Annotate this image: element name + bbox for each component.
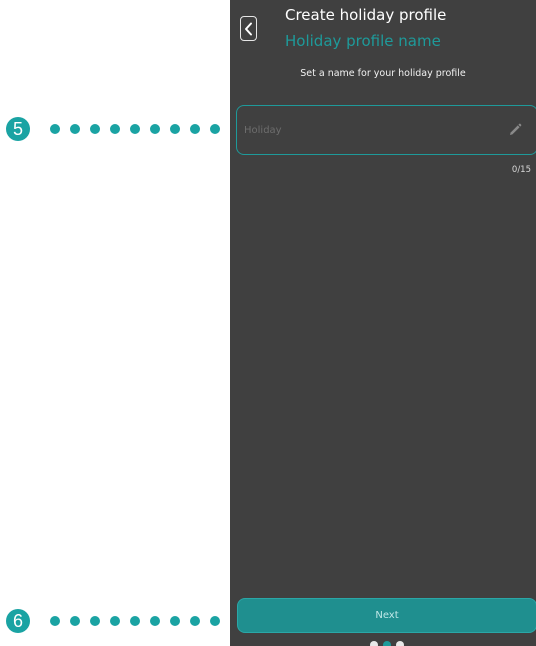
- callout-6: 6: [6, 609, 240, 633]
- callout-5: 5: [6, 117, 240, 141]
- callout-leader-dots: [50, 124, 240, 134]
- profile-name-field: [236, 105, 536, 155]
- step-title: Holiday profile name: [285, 32, 441, 50]
- step-dot-3: [396, 641, 404, 646]
- step-dot-2-active: [383, 641, 391, 646]
- back-button[interactable]: [240, 16, 257, 41]
- profile-name-input[interactable]: [244, 106, 494, 154]
- page-title: Create holiday profile: [285, 6, 447, 24]
- step-dot-1: [370, 641, 378, 646]
- step-indicator: [370, 641, 404, 646]
- callout-badge-5: 5: [6, 117, 30, 141]
- documentation-figure: 5 6 Create holiday profile Holiday profi…: [0, 0, 536, 646]
- callout-badge-6: 6: [6, 609, 30, 633]
- character-counter: 0/15: [511, 165, 531, 175]
- instruction-text: Set a name for your holiday profile: [300, 68, 466, 79]
- chevron-left-icon: [245, 22, 252, 35]
- phone-screen: Create holiday profile Holiday profile n…: [230, 0, 536, 646]
- next-button[interactable]: Next: [237, 598, 536, 633]
- callout-leader-dots: [50, 616, 240, 626]
- pencil-icon: [510, 123, 522, 135]
